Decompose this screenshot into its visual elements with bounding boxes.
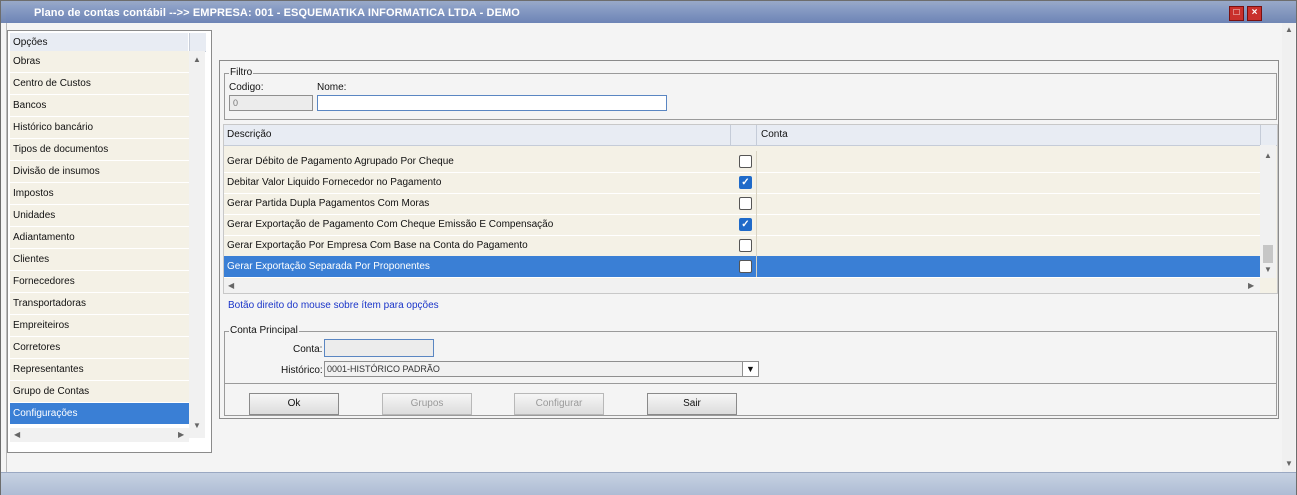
config-grid: Descrição Conta Gerar Débito de Pagament… <box>223 124 1278 294</box>
conta-label: Conta: <box>293 344 323 355</box>
row-description: Gerar Exportação Separada Por Proponente… <box>227 261 430 272</box>
scrollbar-thumb[interactable] <box>1263 245 1273 263</box>
column-divider <box>1260 125 1261 145</box>
sidebar-item[interactable]: Grupo de Contas <box>10 381 189 403</box>
nome-label: Nome: <box>317 82 347 93</box>
sidebar-item[interactable]: Corretores <box>10 337 189 359</box>
nome-field[interactable] <box>317 95 667 111</box>
button-bar: Ok Grupos Configurar Sair <box>224 383 1277 416</box>
row-checkbox[interactable] <box>739 239 752 252</box>
scroll-right-icon[interactable]: ▶ <box>178 430 184 439</box>
column-divider <box>756 125 757 145</box>
row-divider <box>756 151 757 172</box>
status-bar <box>1 472 1296 495</box>
row-divider <box>756 193 757 214</box>
scroll-up-icon[interactable]: ▲ <box>1285 25 1293 34</box>
options-sidebar: Opções Obras Centro de Custos Bancos Histór… <box>7 30 212 453</box>
row-divider <box>756 256 757 277</box>
scroll-left-icon[interactable]: ◀ <box>228 281 234 290</box>
scroll-left-icon[interactable]: ◀ <box>14 430 20 439</box>
grid-header: Descrição Conta <box>224 125 1277 146</box>
grid-horizontal-scrollbar[interactable]: ◀ ▶ <box>224 279 1260 293</box>
sidebar-item[interactable]: Empreiteiros <box>10 315 189 337</box>
row-checkbox[interactable]: ✓ <box>739 218 752 231</box>
main-panel: Filtro Codigo: 0 Nome: Descrição Conta G… <box>219 60 1279 419</box>
sidebar-item[interactable]: Bancos <box>10 95 189 117</box>
historico-select[interactable]: 0001-HISTÓRICO PADRÃO ▼ <box>324 361 759 377</box>
title-bar: Plano de contas contábil -->> EMPRESA: 0… <box>1 1 1296 23</box>
row-description: Gerar Exportação Por Empresa Com Base na… <box>227 240 528 251</box>
grid-vertical-scrollbar[interactable]: ▲ ▼ <box>1260 145 1276 278</box>
table-row[interactable]: Debitar Valor Liquido Fornecedor no Paga… <box>224 172 1260 194</box>
scroll-up-icon[interactable]: ▲ <box>193 55 201 64</box>
sidebar-list: Obras Centro de Custos Bancos Histórico ban… <box>10 51 189 425</box>
row-description: Gerar Exportação de Pagamento Com Cheque… <box>227 219 554 230</box>
sidebar-item[interactable]: Obras <box>10 51 189 73</box>
row-checkbox[interactable]: ✓ <box>739 176 752 189</box>
chevron-down-icon[interactable]: ▼ <box>742 362 758 376</box>
row-divider <box>756 172 757 193</box>
row-checkbox[interactable] <box>739 260 752 273</box>
historico-label: Histórico: <box>281 365 323 376</box>
scroll-down-icon[interactable]: ▼ <box>1264 265 1272 274</box>
sidebar-item[interactable]: Histórico bancário <box>10 117 189 139</box>
table-row[interactable]: Gerar Exportação de Pagamento Com Cheque… <box>224 214 1260 236</box>
sidebar-item[interactable]: Divisão de insumos <box>10 161 189 183</box>
column-conta[interactable]: Conta <box>761 129 788 140</box>
row-description: Gerar Débito de Pagamento Agrupado Por C… <box>227 156 454 167</box>
conta-field[interactable] <box>324 339 434 357</box>
table-row[interactable]: Gerar Débito de Pagamento Agrupado Por C… <box>224 151 1260 173</box>
sidebar-item[interactable]: Impostos <box>10 183 189 205</box>
row-checkbox[interactable] <box>739 155 752 168</box>
sidebar-item[interactable]: Centro de Custos <box>10 73 189 95</box>
conta-principal-legend: Conta Principal <box>229 325 299 336</box>
scroll-down-icon[interactable]: ▼ <box>193 421 201 430</box>
table-row[interactable]: Gerar Exportação Por Empresa Com Base na… <box>224 235 1260 257</box>
row-description: Debitar Valor Liquido Fornecedor no Paga… <box>227 177 442 188</box>
sidebar-item[interactable]: Clientes <box>10 249 189 271</box>
sidebar-item[interactable]: Transportadoras <box>10 293 189 315</box>
row-divider <box>756 235 757 256</box>
scroll-down-icon[interactable]: ▼ <box>1285 459 1293 468</box>
filtro-group: Filtro Codigo: 0 Nome: <box>224 67 1277 120</box>
window-title: Plano de contas contábil -->> EMPRESA: 0… <box>34 7 520 19</box>
grupos-button[interactable]: Grupos <box>382 393 472 415</box>
close-icon[interactable]: × <box>1247 6 1262 21</box>
sair-button[interactable]: Sair <box>647 393 737 415</box>
sidebar-item[interactable]: Tipos de documentos <box>10 139 189 161</box>
scroll-right-icon[interactable]: ▶ <box>1248 281 1254 290</box>
main-window: Plano de contas contábil -->> EMPRESA: 0… <box>0 0 1297 495</box>
grid-hint-bar: Botão direito do mouse sobre ítem para o… <box>223 296 1276 318</box>
scroll-up-icon[interactable]: ▲ <box>1264 151 1272 160</box>
codigo-field[interactable]: 0 <box>229 95 313 111</box>
sidebar-item[interactable]: Fornecedores <box>10 271 189 293</box>
sidebar-item[interactable]: Unidades <box>10 205 189 227</box>
restore-icon[interactable]: □ <box>1229 6 1244 21</box>
row-checkbox[interactable] <box>739 197 752 210</box>
conta-principal-group: Conta Principal Conta: Histórico: 0001-H… <box>224 325 1277 384</box>
ok-button[interactable]: Ok <box>249 393 339 415</box>
sidebar-item[interactable]: Configurações <box>10 403 189 425</box>
sidebar-horizontal-scrollbar[interactable]: ◀ ▶ <box>10 428 189 442</box>
column-descricao[interactable]: Descrição <box>227 129 271 140</box>
sidebar-header: Opções <box>10 33 188 52</box>
configurar-button[interactable]: Configurar <box>514 393 604 415</box>
table-row[interactable]: Gerar Exportação Separada Por Proponente… <box>224 256 1260 278</box>
sidebar-header-cap <box>189 33 206 52</box>
column-divider <box>730 125 731 145</box>
sidebar-item[interactable]: Adiantamento <box>10 227 189 249</box>
sidebar-header-label: Opções <box>13 37 48 48</box>
filtro-legend: Filtro <box>229 67 254 78</box>
main-vertical-scrollbar[interactable]: ▲ ▼ <box>1282 23 1295 472</box>
grid-hint: Botão direito do mouse sobre ítem para o… <box>228 300 439 311</box>
row-divider <box>756 214 757 235</box>
sidebar-item[interactable]: Representantes <box>10 359 189 381</box>
codigo-label: Codigo: <box>229 82 264 93</box>
historico-value: 0001-HISTÓRICO PADRÃO <box>327 364 440 374</box>
sidebar-vertical-scrollbar[interactable]: ▲ ▼ <box>189 51 205 438</box>
table-row[interactable]: Gerar Partida Dupla Pagamentos Com Moras <box>224 193 1260 215</box>
row-description: Gerar Partida Dupla Pagamentos Com Moras <box>227 198 430 209</box>
